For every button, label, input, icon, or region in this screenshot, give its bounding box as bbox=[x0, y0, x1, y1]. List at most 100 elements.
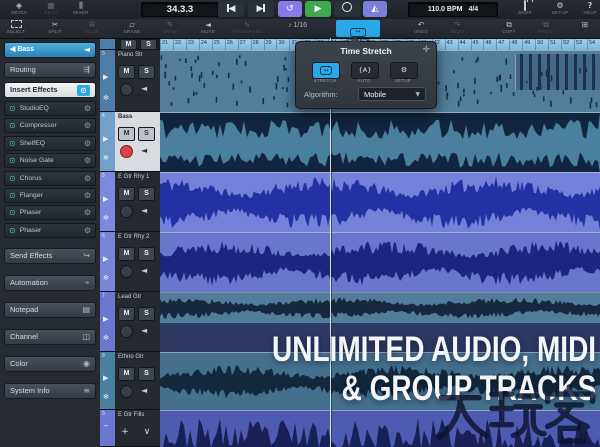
track-row-e-gtr-fills[interactable]: 9−E Gtr Fills+∨ bbox=[100, 410, 160, 447]
paste-button[interactable]: ⧉ PASTE bbox=[530, 20, 562, 35]
monitor-speaker-icon[interactable]: ◄ bbox=[141, 206, 147, 215]
freeze-icon[interactable]: ✻ bbox=[103, 154, 109, 162]
gear-icon[interactable]: ⚙ bbox=[84, 226, 91, 235]
effect-slot-noise-gate[interactable]: ⊙Noise Gate⚙ bbox=[4, 153, 96, 168]
power-icon[interactable]: ⊙ bbox=[9, 139, 16, 148]
popup-tab-stretch[interactable]: ↔ bbox=[312, 62, 340, 79]
sidebar-item-notepad[interactable]: Notepad▤ bbox=[4, 302, 96, 318]
gear-icon[interactable]: ⚙ bbox=[84, 104, 91, 113]
solo-button[interactable]: S bbox=[138, 367, 155, 381]
tool-glue[interactable]: ✇GLUE bbox=[76, 20, 108, 35]
tool-select[interactable]: SELECT bbox=[0, 20, 32, 35]
cycle-button[interactable]: ↺ bbox=[278, 1, 302, 17]
shop-button[interactable]: SHOP bbox=[510, 1, 540, 15]
track-header-piano-str[interactable]: Piano StrMS◄ bbox=[115, 50, 160, 111]
track-arrow-icon[interactable]: ▶ bbox=[103, 374, 108, 382]
popup-tab-setup[interactable]: ⚙ bbox=[390, 62, 418, 79]
gear-icon[interactable]: ⚙ bbox=[84, 156, 91, 165]
track-row-e-gtr-rhy-1[interactable]: 5▶✻E Gtr Rhy 1MS◄ bbox=[100, 172, 160, 232]
power-icon[interactable]: ⊙ bbox=[9, 156, 16, 165]
skip-to-end-button[interactable]: ▶ bbox=[248, 1, 274, 17]
track-arrow-icon[interactable]: ▶ bbox=[103, 195, 108, 203]
track-arrow-icon[interactable]: ▶ bbox=[103, 73, 108, 81]
record-arm-button[interactable] bbox=[120, 385, 133, 398]
track-header-e-gtr-rhy-1[interactable]: E Gtr Rhy 1MS◄ bbox=[115, 172, 160, 231]
record-arm-button[interactable] bbox=[120, 205, 133, 218]
sidebar-item-automation[interactable]: Automation⌁ bbox=[4, 275, 96, 291]
track-header-lead-gtr[interactable]: Lead GtrMS◄ bbox=[115, 292, 160, 351]
snap-value[interactable]: ♪ 1/16 bbox=[288, 22, 307, 29]
help-button[interactable]: ? HELP bbox=[575, 1, 600, 15]
solo-button[interactable]: S bbox=[140, 39, 157, 50]
record-arm-button[interactable] bbox=[120, 145, 133, 158]
algorithm-dropdown[interactable]: Mobile ▼ bbox=[358, 87, 426, 101]
insert-effects-button[interactable]: Insert Effects ⊙ bbox=[4, 82, 96, 98]
effect-slot-compressor[interactable]: ⊙Compressor⚙ bbox=[4, 118, 96, 133]
popup-tab-auto[interactable]: {A} bbox=[351, 62, 379, 79]
add-track-button[interactable]: + bbox=[116, 426, 134, 439]
mixer-button[interactable]: ⫼ MIXER bbox=[66, 1, 96, 15]
freeze-icon[interactable]: ✻ bbox=[103, 94, 109, 102]
track-header-bass[interactable]: BassMS◄ bbox=[115, 112, 160, 171]
track-arrow-icon[interactable]: ▶ bbox=[103, 315, 108, 323]
sidebar-item-send-effects[interactable]: Send Effects↪ bbox=[4, 248, 96, 264]
tool-draw[interactable]: ✎DRAW bbox=[154, 20, 186, 35]
monitor-speaker-icon[interactable]: ◄ bbox=[141, 266, 147, 275]
tool-transpose[interactable]: ∿TRANSPOSE bbox=[231, 20, 263, 35]
power-icon[interactable]: ⊙ bbox=[9, 191, 16, 200]
lane-e-gtr-rhy-2[interactable] bbox=[160, 232, 600, 292]
metronome-button[interactable]: ◭ bbox=[363, 1, 387, 17]
grid-button[interactable]: ⊞ bbox=[569, 20, 600, 29]
skip-to-start-button[interactable]: ◀ bbox=[218, 1, 244, 17]
tempo-display[interactable]: 110.0 BPM 4/4 bbox=[408, 2, 498, 17]
track-header-e-gtr-rhy-2[interactable]: E Gtr Rhy 2MS◄ bbox=[115, 232, 160, 291]
track-header-ethno-gtr[interactable]: Ethno GtrMS◄ bbox=[115, 352, 160, 409]
track-row-e-gtr-rhy-2[interactable]: 6▶✻E Gtr Rhy 2MS◄ bbox=[100, 232, 160, 292]
gear-icon[interactable]: ⚙ bbox=[84, 139, 91, 148]
monitor-speaker-icon[interactable]: ◄ bbox=[141, 386, 147, 395]
solo-button[interactable]: S bbox=[138, 127, 155, 141]
track-arrow-icon[interactable]: ▶ bbox=[103, 255, 108, 263]
solo-button[interactable]: S bbox=[138, 187, 155, 201]
power-icon[interactable]: ⊙ bbox=[9, 104, 16, 113]
lane-bass[interactable] bbox=[160, 112, 600, 172]
mute-button[interactable]: M bbox=[118, 65, 135, 79]
record-arm-button[interactable] bbox=[120, 325, 133, 338]
freeze-icon[interactable]: ✻ bbox=[103, 334, 109, 342]
play-button[interactable]: ▶ bbox=[305, 1, 331, 17]
track-row-piano-str[interactable]: 3▶✻Piano StrMS◄ bbox=[100, 50, 160, 112]
effect-slot-phaser[interactable]: ⊙Phaser⚙ bbox=[4, 223, 96, 238]
solo-button[interactable]: S bbox=[138, 65, 155, 79]
track-arrow-icon[interactable]: ▶ bbox=[103, 135, 108, 143]
collapse-tracklist-button[interactable]: ∨ bbox=[138, 426, 156, 439]
undo-button[interactable]: ↶ UNDO bbox=[405, 20, 437, 35]
effect-slot-chorus[interactable]: ⊙Chorus⚙ bbox=[4, 171, 96, 186]
power-icon[interactable]: ⊙ bbox=[9, 121, 16, 130]
freeze-icon[interactable]: ✻ bbox=[103, 214, 109, 222]
mute-button[interactable]: M bbox=[118, 307, 135, 321]
gear-icon[interactable]: ⚙ bbox=[84, 191, 91, 200]
redo-button[interactable]: ↷ REDO bbox=[441, 20, 473, 35]
track-row-ethno-gtr[interactable]: 8▶✻Ethno GtrMS◄ bbox=[100, 352, 160, 410]
effect-slot-flanger[interactable]: ⊙Flanger⚙ bbox=[4, 188, 96, 203]
mute-button[interactable]: M bbox=[118, 247, 135, 261]
gear-icon[interactable]: ⚙ bbox=[84, 174, 91, 183]
media-button[interactable]: ◈ MEDIA bbox=[4, 1, 34, 15]
copy-button[interactable]: ⧉ COPY bbox=[493, 20, 525, 35]
effect-slot-shelfeq[interactable]: ⊙ShelfEQ⚙ bbox=[4, 136, 96, 151]
setup-button[interactable]: ⚙ SETUP bbox=[545, 1, 575, 15]
power-icon[interactable]: ⊙ bbox=[9, 208, 16, 217]
track-row-bass[interactable]: 4▶✻BassMS◄ bbox=[100, 112, 160, 172]
routing-button[interactable]: Routing ⇶ bbox=[4, 62, 96, 78]
mute-button[interactable]: M bbox=[120, 39, 137, 50]
sidebar-item-channel[interactable]: Channel◫ bbox=[4, 329, 96, 345]
tool-erase[interactable]: ▱ERASE bbox=[116, 20, 148, 35]
freeze-icon[interactable]: ✻ bbox=[103, 274, 109, 282]
freeze-icon[interactable]: ✻ bbox=[103, 393, 109, 401]
record-arm-button[interactable] bbox=[120, 83, 133, 96]
gear-icon[interactable]: ⚙ bbox=[84, 121, 91, 130]
effect-slot-studioeq[interactable]: ⊙StudioEQ⚙ bbox=[4, 101, 96, 116]
popup-move-icon[interactable]: ✛ bbox=[422, 45, 430, 55]
sidebar-item-system-info[interactable]: System Info≡ bbox=[4, 383, 96, 399]
stretch-tool-button[interactable]: ↔ STRETCH bbox=[336, 20, 380, 37]
